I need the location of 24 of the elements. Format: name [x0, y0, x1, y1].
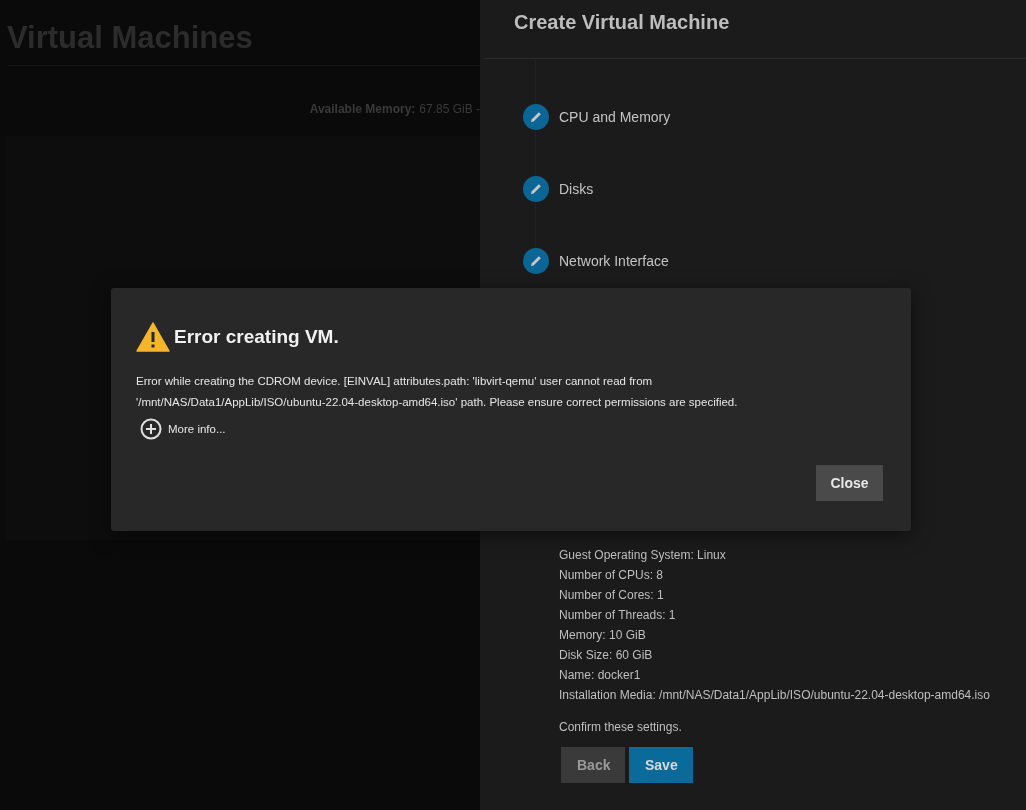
- summary-line: Memory: 10 GiB: [559, 627, 647, 644]
- summary-line: Number of Threads: 1: [559, 607, 677, 624]
- dialog-title: Error creating VM.: [174, 326, 339, 348]
- summary-line: Disk Size: 60 GiB: [559, 647, 654, 664]
- pencil-icon[interactable]: [523, 176, 549, 202]
- panel-title: Create Virtual Machine: [513, 10, 731, 35]
- close-button[interactable]: Close: [816, 465, 883, 501]
- save-button[interactable]: Save: [629, 747, 693, 783]
- summary-line: Number of Cores: 1: [559, 587, 665, 604]
- error-message: Error while creating the CDROM device. [EINVAL] attributes.path: 'libvirt-qemu' user cannot read from '/mnt/NAS/Data1/AppLib/ISO/ubuntu-22.04-desktop-amd64.iso' path. Please ensure correct permissions are specified.: [136, 374, 739, 410]
- summary-line: Number of CPUs: 8: [559, 567, 665, 584]
- warning-icon: [136, 322, 170, 352]
- summary-line: Name: docker1: [559, 667, 642, 684]
- summary-line: Guest Operating System: Linux: [559, 547, 727, 564]
- back-button[interactable]: Back: [561, 747, 625, 783]
- step-label[interactable]: CPU and Memory: [559, 109, 671, 125]
- step-label[interactable]: Disks: [559, 181, 594, 197]
- pencil-icon[interactable]: [523, 248, 549, 274]
- summary-line: Installation Media: /mnt/NAS/Data1/AppLib/ISO/ubuntu-22.04-desktop-amd64.iso: [559, 687, 991, 704]
- more-info-link[interactable]: More info...: [168, 423, 226, 435]
- confirm-text: Confirm these settings.: [559, 719, 683, 736]
- pencil-icon[interactable]: [523, 104, 549, 130]
- plus-circle-icon[interactable]: [140, 418, 162, 440]
- step-label[interactable]: Network Interface: [559, 253, 669, 269]
